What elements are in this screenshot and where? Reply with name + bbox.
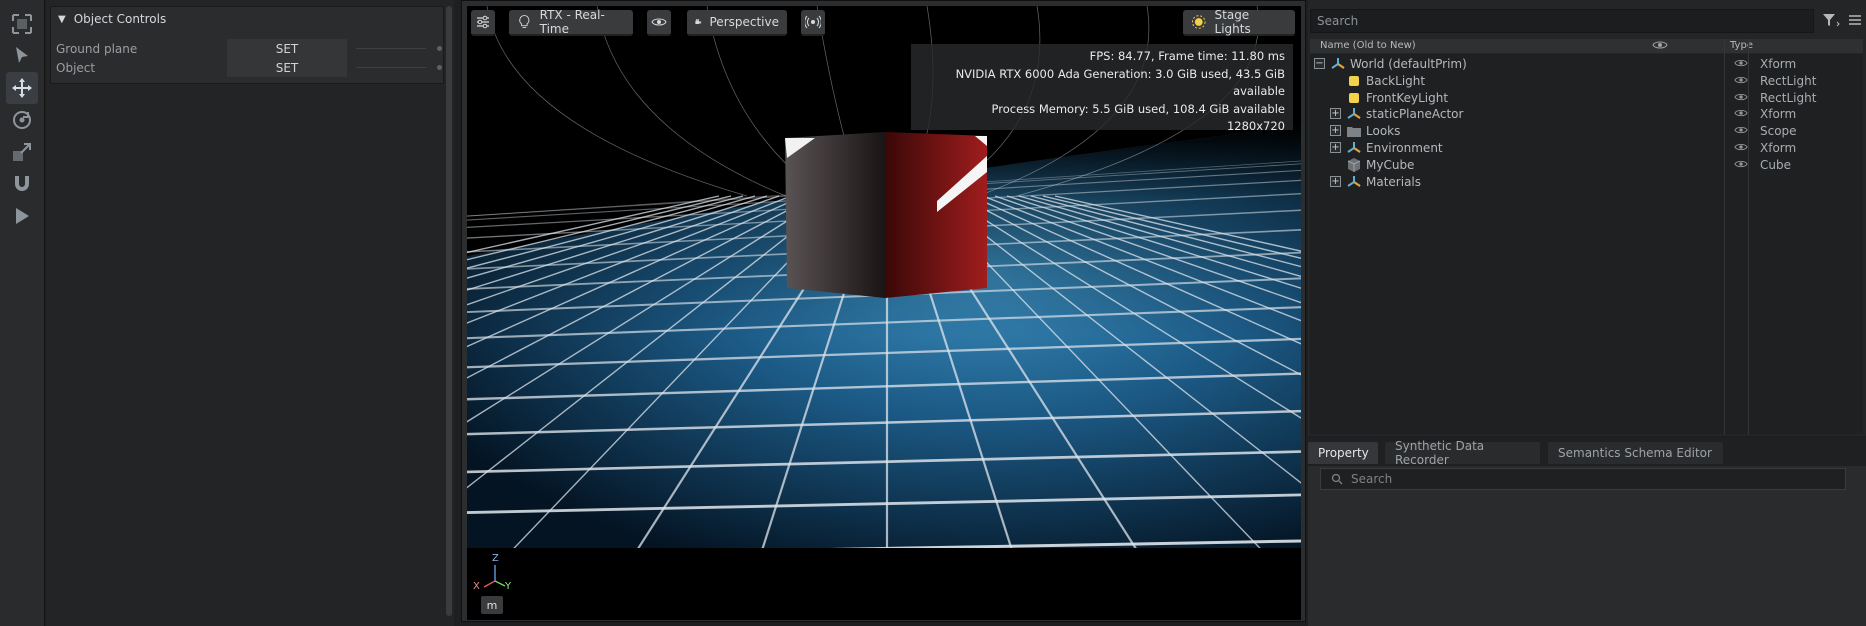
prim-name: FrontKeyLight [1366, 90, 1449, 105]
expand-icon[interactable]: + [1330, 142, 1341, 153]
prim-name: Materials [1366, 174, 1422, 189]
broadcast-icon [805, 15, 821, 29]
stage-tree-row[interactable]: + Materials [1310, 172, 1863, 192]
object-label: Object [56, 60, 96, 75]
left-toolbar [0, 0, 45, 626]
column-divider [1748, 39, 1749, 434]
rotate-icon[interactable] [6, 104, 38, 136]
cube-icon [1346, 157, 1362, 173]
settings-sliders-icon [477, 15, 489, 29]
tab-property[interactable]: Property [1308, 442, 1378, 464]
default-indicator[interactable] [437, 46, 442, 51]
object-set-button[interactable]: SET [227, 58, 347, 77]
visibility-column-eye-icon[interactable] [1652, 39, 1668, 54]
object-controls-header[interactable]: ▼ Object Controls [58, 12, 166, 26]
axis-z-label: Z [492, 553, 499, 564]
prim-name: MyCube [1366, 157, 1415, 172]
prim-type: Xform [1760, 141, 1797, 155]
camera-icon [695, 19, 702, 25]
xform-icon [1346, 174, 1362, 190]
panel-scrollbar[interactable] [446, 6, 452, 616]
default-indicator[interactable] [437, 65, 442, 70]
column-divider [1724, 39, 1725, 434]
type-column-header[interactable]: Type [1730, 40, 1753, 51]
ground-plane-row: Ground plane SET [56, 39, 442, 58]
filter-icon[interactable] [1822, 12, 1844, 30]
prim-type: RectLight [1760, 73, 1817, 88]
light-icon [1346, 73, 1362, 89]
collapse-triangle-icon[interactable]: ▼ [58, 14, 66, 25]
divider [356, 67, 426, 68]
expand-icon[interactable]: + [1330, 108, 1341, 120]
xform-icon [1330, 56, 1346, 72]
stage-tree-header: Name (Old to New) Type [1310, 39, 1863, 53]
prim-type: Scope [1760, 124, 1797, 139]
camera-button[interactable]: Perspective [687, 10, 787, 36]
gpu-memory-text: NVIDIA RTX 6000 Ada Generation: 3.0 GiB … [955, 66, 1285, 99]
sun-icon [1191, 15, 1206, 29]
stage-lights-button[interactable]: Stage Lights [1183, 8, 1295, 36]
prim-name: Looks [1366, 124, 1401, 139]
object-row: Object SET [56, 58, 442, 77]
snap-magnet-icon[interactable] [6, 168, 38, 200]
prim-type: RectLight [1760, 90, 1817, 105]
eye-icon [651, 18, 667, 26]
menu-icon[interactable] [1848, 12, 1862, 30]
property-panel: Property Synthetic Data Recorder Semanti… [1308, 438, 1866, 626]
tab-synthetic-data-recorder[interactable]: Synthetic Data Recorder [1385, 439, 1540, 467]
prim-name: staticPlaneActor [1366, 107, 1464, 122]
stage-lights-label: Stage Lights [1214, 8, 1251, 36]
process-memory-text: Process Memory: 5.5 GiB used, 108.4 GiB … [991, 101, 1285, 116]
name-column-header[interactable]: Name (Old to New) [1320, 40, 1416, 51]
lightbulb-icon [519, 15, 530, 28]
ground-plane-label: Ground plane [56, 41, 138, 56]
property-search-input[interactable]: Search [1320, 468, 1846, 490]
units-button[interactable]: m [481, 596, 503, 614]
prim-name: Environment [1366, 141, 1443, 155]
object-controls-title: Object Controls [73, 12, 167, 26]
viewport[interactable]: RTX - Real-Time Perspective Stage Lights… [467, 6, 1301, 620]
viewport-settings-button[interactable] [471, 10, 495, 36]
prim-name: World (defaultPrim) [1350, 57, 1467, 71]
tab-semantics-schema-editor[interactable]: Semantics Schema Editor [1548, 442, 1723, 464]
stats-overlay: FPS: 84.77, Frame time: 11.80 ms NVIDIA … [911, 44, 1293, 133]
prim-type: Xform [1760, 107, 1797, 122]
axis-x-label: X [473, 581, 480, 592]
move-icon[interactable] [6, 72, 38, 104]
broadcast-button[interactable] [801, 10, 825, 36]
folder-icon [1346, 123, 1362, 139]
render-mode-label: RTX - Real-Time [539, 8, 605, 36]
expand-icon[interactable]: + [1330, 175, 1341, 187]
expand-icon[interactable]: + [1330, 125, 1341, 137]
prim-type: Cube [1760, 157, 1791, 172]
object-controls-panel: ▼ Object Controls Ground plane SET Objec… [46, 0, 454, 626]
scale-icon[interactable] [6, 136, 38, 168]
camera-label: Perspective [709, 15, 780, 29]
property-tabs: Property Synthetic Data Recorder Semanti… [1308, 438, 1866, 467]
axis-y-label: Y [505, 581, 512, 592]
search-icon [1331, 473, 1343, 485]
resolution-text: 1280x720 [1226, 119, 1285, 133]
ground-plane-set-button[interactable]: SET [227, 39, 347, 58]
select-arrow-icon[interactable] [6, 40, 38, 72]
stage-panel: Search Name (Old to New) Type − World (de… [1308, 0, 1866, 436]
xform-icon [1346, 140, 1362, 156]
select-mode-icon[interactable] [6, 8, 38, 40]
xform-icon [1346, 106, 1362, 122]
collapse-icon[interactable]: − [1314, 58, 1325, 69]
play-icon[interactable] [6, 200, 38, 232]
render-mode-button[interactable]: RTX - Real-Time [509, 8, 633, 36]
stage-tree: − World (defaultPrim) Xform BackLight RectLi… [1310, 54, 1863, 434]
divider [356, 48, 426, 49]
stage-search-input[interactable]: Search [1310, 9, 1814, 33]
axis-gizmo: Z X Y [473, 551, 523, 601]
fps-text: FPS: 84.77, Frame time: 11.80 ms [1089, 49, 1285, 63]
light-icon [1346, 90, 1362, 106]
prim-name: BackLight [1366, 73, 1426, 88]
prim-type: Xform [1760, 57, 1797, 71]
property-search-placeholder: Search [1351, 472, 1393, 486]
visibility-button[interactable] [647, 10, 671, 36]
